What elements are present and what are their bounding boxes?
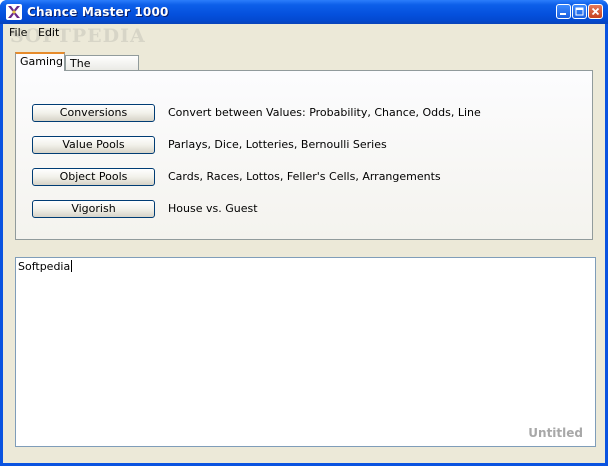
window-title: Chance Master 1000 <box>27 5 169 19</box>
close-icon <box>591 7 600 16</box>
maximize-button[interactable] <box>572 4 587 19</box>
text-caret <box>71 260 73 272</box>
menu-edit[interactable]: Edit <box>38 26 59 39</box>
text-area-content: Softpedia <box>18 260 71 273</box>
minimize-icon <box>560 13 566 15</box>
client-area: SOFTPEDIA File Edit Gaming The Sciences … <box>3 24 605 463</box>
value-pools-button[interactable]: Value Pools <box>32 136 155 154</box>
object-pools-description: Cards, Races, Lottos, Feller's Cells, Ar… <box>168 170 441 183</box>
menu-file[interactable]: File <box>9 26 27 39</box>
minimize-button[interactable] <box>556 4 571 19</box>
menu-bar: SOFTPEDIA File Edit <box>3 24 605 47</box>
tab-gaming[interactable]: Gaming <box>15 52 65 71</box>
vigorish-button[interactable]: Vigorish <box>32 200 155 218</box>
tab-the-sciences[interactable]: The Sciences <box>65 55 139 85</box>
value-pools-description: Parlays, Dice, Lotteries, Bernoulli Seri… <box>168 138 387 151</box>
softpedia-watermark: SOFTPEDIA <box>10 25 146 47</box>
vigorish-description: House vs. Guest <box>168 202 258 215</box>
title-bar[interactable]: Chance Master 1000 <box>0 0 608 24</box>
app-icon[interactable] <box>6 4 22 20</box>
conversions-button[interactable]: Conversions <box>32 104 155 122</box>
output-text-area[interactable]: Softpedia Untitled <box>15 257 596 447</box>
gaming-panel: Conversions Convert between Values: Prob… <box>15 70 593 240</box>
maximize-icon <box>575 7 584 16</box>
object-pools-button[interactable]: Object Pools <box>32 168 155 186</box>
tab-gaming-label: Gaming <box>20 55 63 68</box>
close-button[interactable] <box>588 4 603 19</box>
document-name: Untitled <box>528 426 583 440</box>
app-window: Chance Master 1000 SOFTPEDIA File Edit G… <box>0 0 608 466</box>
conversions-description: Convert between Values: Probability, Cha… <box>168 106 481 119</box>
